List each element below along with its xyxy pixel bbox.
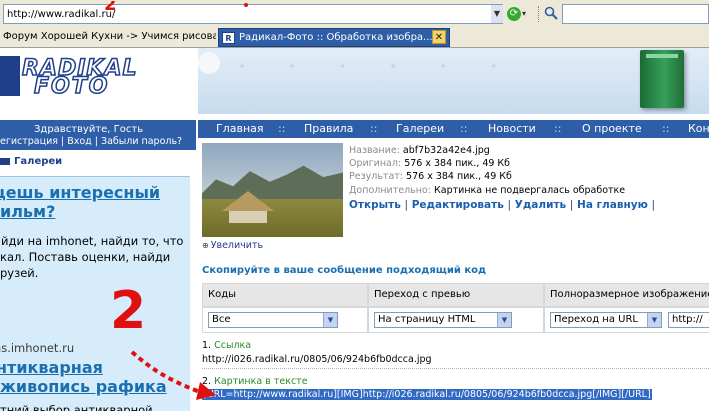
enlarge-label: Увеличить [210,240,264,251]
tab-bar: Форум Хорошей Кухни -> Учимся рисова... … [0,28,709,48]
close-icon[interactable]: ✕ [432,30,446,44]
magnifier-icon: ⊕ [202,241,209,250]
banner-stars: ✦ ✦ ✦ ✦ ✦ ✦ [238,62,518,72]
promo-text: айди на imhonet, найди то, что кал. Пост… [0,234,184,280]
codes-table: Коды Переход с превью Полноразмерное изо… [202,283,709,333]
dropdown-arrow-icon[interactable]: ▼ [323,313,337,327]
nav-news[interactable]: Новости [488,122,536,135]
image-actions: Открыть | Редактировать | Удалить | На г… [349,199,655,211]
address-input[interactable] [3,4,503,24]
info-row-extra: Дополнительно: Картинка не подвергалась … [349,185,625,196]
open-link[interactable]: Открыть [349,199,401,211]
nav-about[interactable]: О проекте [582,122,642,135]
greeting-text: Здравствуйте, Гость [34,124,144,135]
greeting-box: Здравствуйте, Гость егистрация | Вход | … [0,120,196,150]
result-label: Результат: [349,171,404,182]
address-row: 2 ▼ ⟳ ▾ [0,1,709,25]
cell-codes: Все ▼ [203,308,367,332]
go-dropdown-icon[interactable]: ▾ [522,7,532,21]
name-label: Название: [349,145,400,156]
action-separator: | [569,199,574,211]
radikal-favicon-icon: R [222,32,235,44]
nav-rules[interactable]: Правила [304,122,353,135]
tab-forum[interactable]: Форум Хорошей Кухни -> Учимся рисова... [0,28,216,47]
column-full-image: Полноразмерное изображение [545,284,709,306]
nav-separator: :: [554,122,562,135]
nav-separator: :: [370,122,378,135]
address-dropdown-icon[interactable]: ▼ [491,5,503,23]
home-link[interactable]: На главную [577,199,648,211]
original-label: Оригинал: [349,158,402,169]
column-codes: Коды [203,284,367,306]
banner-book-image [640,50,684,108]
nav-contacts[interactable]: Кон [688,122,709,135]
dropdown-arrow-icon[interactable]: ▼ [497,313,511,327]
extra-label: Дополнительно: [349,185,431,196]
gallery-bullet-icon [0,158,10,165]
annotation-mark-top: 2 [104,1,132,11]
code-item-2-label: Картинка в тексте [214,376,308,387]
column-preview: Переход с превью [369,284,543,306]
annotation-dot [244,3,248,7]
codes-select[interactable]: Все ▼ [208,312,338,328]
tab-radikal-label: Радикал-Фото :: Обработка изобра... [239,32,433,43]
copy-heading: Скопируйте в ваше сообщение подходящий к… [202,265,487,276]
page-header: RADIKAL FOTO ✦ ✦ ✦ ✦ ✦ ✦ [0,48,709,120]
full-image-select-value: Переход на URL [554,314,638,325]
auth-links[interactable]: егистрация | Вход | Забыли пароль? [0,136,182,147]
radikal-logo[interactable]: RADIKAL FOTO [0,55,196,100]
banner-moon [198,52,220,74]
edit-link[interactable]: Редактировать [412,199,504,211]
code-item-1-value[interactable]: http://i026.radikal.ru/0805/06/924b6fb0d… [202,354,432,365]
nav-galleries[interactable]: Галереи [396,122,444,135]
result-value: 576 x 384 пик., 49 Кб [406,171,512,182]
go-icon[interactable]: ⟳ [507,7,521,21]
code-item-2-value[interactable]: [URL=http://www.radikal.ru][IMG]http://i… [202,389,709,402]
bbcode-selected-text[interactable]: [URL=http://www.radikal.ru][IMG]http://i… [202,389,652,400]
extra-value: Картинка не подвергалась обработке [434,185,626,196]
nav-separator: :: [662,122,670,135]
action-separator: | [651,199,655,211]
action-separator: | [404,199,409,211]
nav-separator: :: [460,122,468,135]
info-row-result: Результат: 576 x 384 пик., 49 Кб [349,171,512,182]
browser-search-input[interactable] [562,4,709,24]
full-image-select[interactable]: Переход на URL ▼ [550,312,662,328]
image-thumbnail[interactable] [202,143,343,237]
logo-bar [0,56,20,96]
search-icon[interactable] [544,6,560,22]
toolbar-separator [538,6,539,22]
thumb-field [202,199,343,237]
dropdown-arrow-icon[interactable]: ▼ [647,313,661,327]
original-value: 576 x 384 пик., 49 Кб [404,158,511,169]
delete-link[interactable]: Удалить [515,199,566,211]
promo-title[interactable]: щешь интересный ильм? [0,183,190,221]
preview-select-value: На страницу HTML [378,314,476,325]
enlarge-link[interactable]: ⊕ Увеличить [202,240,263,251]
nav-separator: :: [278,122,286,135]
main-nav: Главная :: Правила :: Галереи :: Новости… [198,120,709,138]
info-row-name: Название: abf7b32a42e4.jpg [349,145,490,156]
url-input[interactable]: http:// [668,312,709,328]
nav-home[interactable]: Главная [216,122,264,135]
banner-book-label [646,54,678,58]
tab-radikal[interactable]: R Радикал-Фото :: Обработка изобра... ✕ [218,28,450,47]
divider [202,368,709,369]
cell-full-image: Переход на URL ▼ http:// [545,308,709,332]
header-banner: ✦ ✦ ✦ ✦ ✦ ✦ [198,48,709,114]
info-row-original: Оригинал: 576 x 384 пик., 49 Кб [349,158,510,169]
main-content: ⊕ Увеличить Название: abf7b32a42e4.jpg Ор… [198,140,709,411]
action-separator: | [507,199,512,211]
name-value: abf7b32a42e4.jpg [402,145,490,156]
annotation-arrow-icon [130,350,216,400]
browser-chrome: 2 ▼ ⟳ ▾ Форум Хорошей Кухни -> Учимся ри… [0,0,709,48]
preview-select[interactable]: На страницу HTML ▼ [374,312,512,328]
sidebar-gallery-link[interactable]: Галереи [14,156,62,167]
thumb-hut-wall [229,211,267,223]
cell-preview: На страницу HTML ▼ [369,308,543,332]
logo-text-bottom: FOTO [33,73,110,100]
sidebar-gallery-row: Галереи [0,154,196,170]
